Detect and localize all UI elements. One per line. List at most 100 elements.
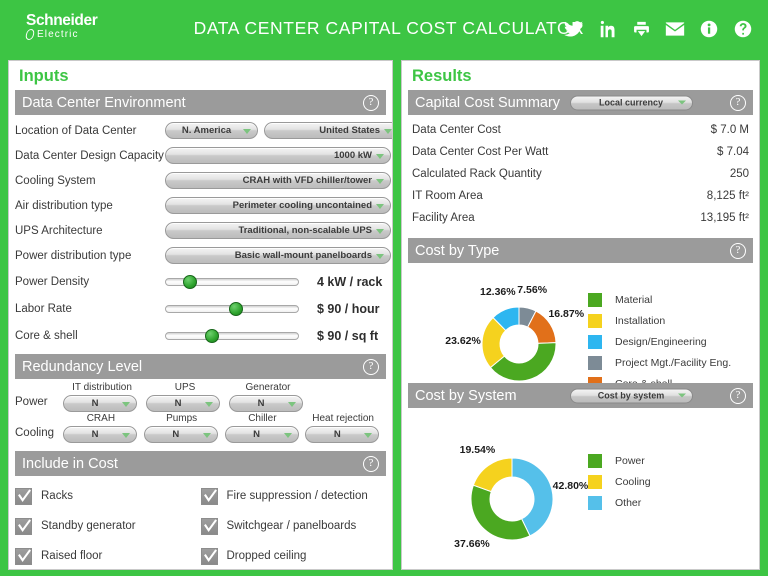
caption-crah: CRAH <box>86 413 116 424</box>
row-power-density: Power Density 4 kW / rack <box>15 269 386 294</box>
result-key: Data Center Cost <box>412 124 501 136</box>
help-icon-redundancy[interactable]: ? <box>363 358 379 375</box>
email-icon[interactable] <box>664 17 686 40</box>
row-location-of-data-center: Location of Data Center N. America Unite… <box>15 119 392 142</box>
redundancy-cell-chiller: Chiller N <box>224 413 301 443</box>
result-row-facility-area: Facility Area 13,195 ft² <box>412 207 749 229</box>
dropdown-currency[interactable]: Local currency <box>569 95 693 110</box>
inputs-panel: Inputs Data Center Environment ? Locatio… <box>8 60 393 570</box>
twitter-icon[interactable] <box>562 17 584 40</box>
dropdown-cooling-system[interactable]: CRAH with VFD chiller/tower <box>165 172 391 189</box>
dropdown-redundancy-pumps[interactable]: N <box>143 426 218 443</box>
results-panel-title: Results <box>412 67 472 85</box>
checkbox-item-dropped-ceiling[interactable]: Dropped ceiling <box>200 541 387 569</box>
dropdown-region[interactable]: N. America <box>165 122 258 139</box>
dropdown-design-capacity-value: 1000 kW <box>333 150 372 161</box>
print-icon[interactable] <box>630 17 652 40</box>
legend-label: Design/Engineering <box>615 335 707 348</box>
slider-handle[interactable] <box>228 301 243 316</box>
section-cost-by-type: Cost by Type ? <box>408 238 753 263</box>
legend-cost-by-system: Power Cooling Other <box>588 450 651 513</box>
section-title-redundancy: Redundancy Level <box>22 358 143 375</box>
section-include-in-cost: Include in Cost ? <box>15 451 386 476</box>
checkbox-dropped-ceiling[interactable] <box>200 547 218 565</box>
redundancy-cell-it-distribution: IT distribution N <box>63 382 141 412</box>
slider-power-density[interactable] <box>165 273 299 291</box>
chevron-down-icon <box>288 401 296 407</box>
checkbox-item-raised-floor[interactable]: Raised floor <box>15 541 201 569</box>
slider-handle[interactable] <box>204 328 219 343</box>
legend-item: Cooling <box>588 471 651 492</box>
dropdown-redundancy-ups[interactable]: N <box>146 395 220 412</box>
legend-label: Other <box>615 496 642 509</box>
section-redundancy-level: Redundancy Level ? <box>15 354 386 379</box>
dropdown-redundancy-generator[interactable]: N <box>229 395 303 412</box>
chevron-down-icon <box>376 178 384 184</box>
help-icon-environment[interactable]: ? <box>363 94 379 111</box>
label-ups-architecture: UPS Architecture <box>15 224 103 237</box>
donut-percent-label: 16.87% <box>548 307 585 320</box>
dropdown-value: N <box>174 398 182 409</box>
help-icon-cost-by-system[interactable]: ? <box>730 387 746 404</box>
result-key: Data Center Cost Per Watt <box>412 146 549 158</box>
chevron-down-icon <box>122 401 130 407</box>
chart-cost-by-type: 7.56%16.87%39.59%23.62%12.36% MaterialIn… <box>402 263 759 403</box>
result-row-data-center-cost: Data Center Cost $ 7.0 M <box>412 119 749 141</box>
legend-item: Design/Engineering <box>588 331 731 352</box>
redundancy-grid: Power IT distribution N UPS N Generator … <box>9 379 392 446</box>
chevron-down-icon <box>677 100 686 105</box>
donut-segment <box>472 457 513 493</box>
checkbox-standby-generator[interactable] <box>15 517 32 535</box>
dropdown-air-distribution[interactable]: Perimeter cooling uncontained <box>165 197 391 214</box>
dropdown-power-distribution[interactable]: Basic wall-mount panelboards <box>165 247 391 264</box>
result-value: 250 <box>729 168 749 180</box>
info-icon[interactable] <box>698 17 720 40</box>
checkbox-label-fire-suppression: Fire suppression / detection <box>226 490 368 502</box>
checkbox-item-switchgear[interactable]: Switchgear / panelboards <box>200 511 387 541</box>
slider-track[interactable] <box>165 331 299 340</box>
row-cooling-system: Cooling System CRAH with VFD chiller/tow… <box>15 169 391 192</box>
environment-rows: Location of Data Center N. America Unite… <box>9 115 392 348</box>
legend-item: Power <box>588 450 651 471</box>
section-data-center-environment: Data Center Environment ? <box>15 90 386 115</box>
linkedin-icon[interactable] <box>596 17 618 40</box>
checkbox-item-standby-generator[interactable]: Standby generator <box>15 511 201 541</box>
checkbox-raised-floor[interactable] <box>15 547 32 565</box>
slider-labor-rate[interactable] <box>165 300 299 318</box>
row-labor-rate: Labor Rate $ 90 / hour <box>15 296 386 321</box>
header-icon-group <box>562 17 754 40</box>
donut-percent-label: 42.80% <box>552 479 589 492</box>
dropdown-redundancy-it-distribution[interactable]: N <box>63 395 137 412</box>
slider-core-and-shell[interactable] <box>165 327 299 345</box>
checkbox-switchgear[interactable] <box>200 517 218 535</box>
label-location: Location of Data Center <box>15 124 137 137</box>
checkbox-fire-suppression[interactable] <box>200 487 218 505</box>
help-icon[interactable] <box>732 17 754 40</box>
checkbox-racks[interactable] <box>15 487 32 505</box>
checkbox-item-racks[interactable]: Racks <box>15 481 201 511</box>
checkbox-item-fire-suppression[interactable]: Fire suppression / detection <box>200 481 387 511</box>
dropdown-value: N <box>253 429 260 440</box>
dropdown-country[interactable]: United States <box>264 122 392 139</box>
help-icon-include-in-cost[interactable]: ? <box>363 455 379 472</box>
help-icon-capital-cost-summary[interactable]: ? <box>730 94 746 111</box>
dropdown-redundancy-chiller[interactable]: N <box>224 426 299 443</box>
dropdown-redundancy-crah[interactable]: N <box>63 426 137 443</box>
legend-item: Other <box>588 492 651 513</box>
dropdown-design-capacity[interactable]: 1000 kW <box>165 147 391 164</box>
dropdown-ups-architecture[interactable]: Traditional, non-scalable UPS <box>165 222 391 239</box>
dropdown-redundancy-heat-rejection[interactable]: N <box>305 426 380 443</box>
label-design-capacity: Data Center Design Capacity <box>15 149 164 162</box>
redundancy-cell-crah: CRAH N <box>63 413 139 443</box>
dropdown-cost-by-system[interactable]: Cost by system <box>569 388 693 403</box>
result-value: $ 7.04 <box>717 146 749 158</box>
legend-swatch <box>588 453 602 468</box>
dropdown-region-value: N. America <box>181 125 232 136</box>
chevron-down-icon <box>364 432 373 438</box>
label-core-and-shell: Core & shell <box>15 329 78 342</box>
help-icon-cost-by-type[interactable]: ? <box>730 242 746 259</box>
legend-item: Installation <box>588 310 731 331</box>
donut-chart-cost-by-system: 42.80% 37.66% 19.54% <box>448 435 588 568</box>
slider-handle[interactable] <box>183 274 197 289</box>
legend-swatch <box>588 355 602 370</box>
